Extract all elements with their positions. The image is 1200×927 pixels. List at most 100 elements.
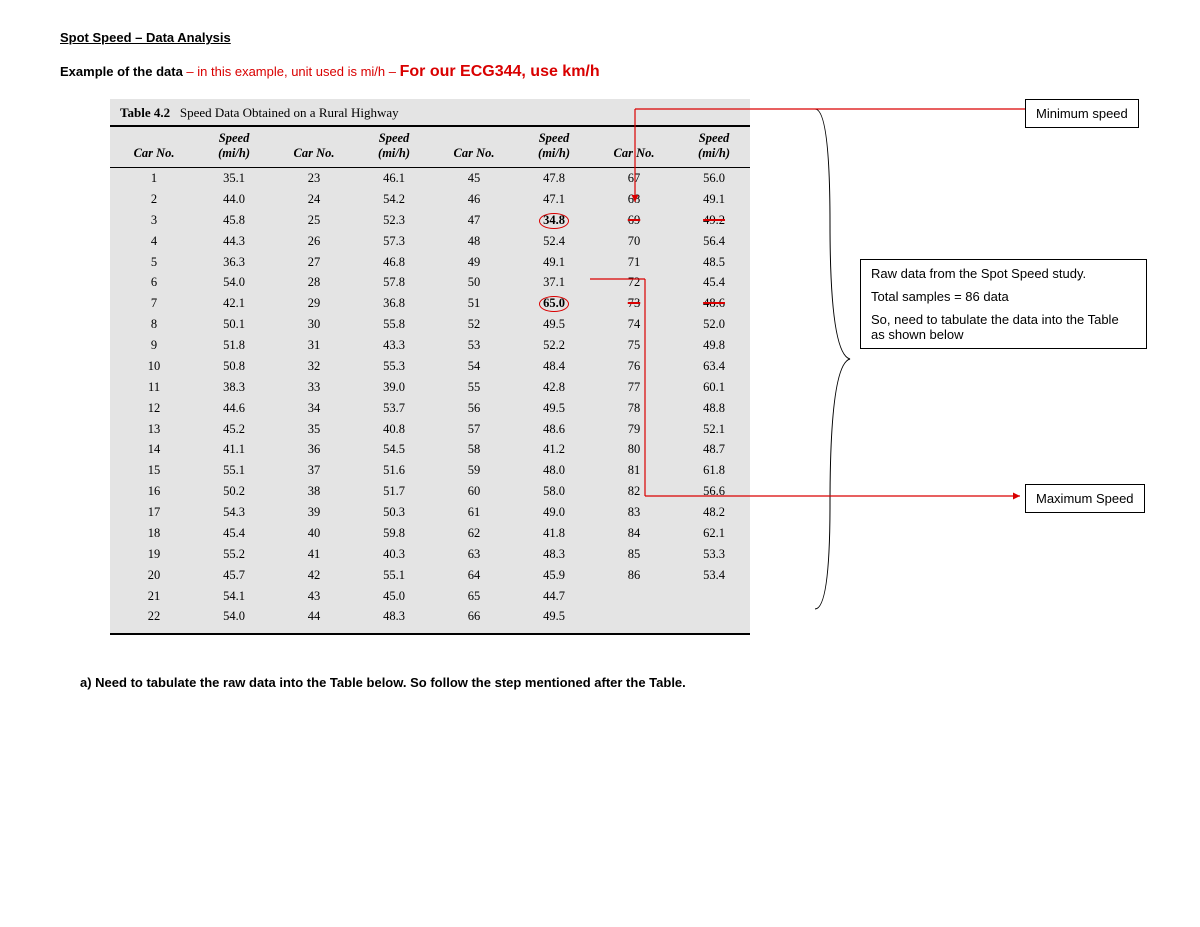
table-cell: 37 <box>270 460 358 481</box>
table-cell: 60 <box>430 481 518 502</box>
table-cell: 49.5 <box>518 314 590 335</box>
table-cell: 2 <box>110 189 198 210</box>
table-cell: 45.4 <box>198 523 270 544</box>
table-cell: 48 <box>430 231 518 252</box>
table-row: 2254.04448.36649.5 <box>110 606 750 633</box>
table-cell: 51.6 <box>358 460 430 481</box>
table-label: Table 4.2 <box>120 105 170 120</box>
table-cell: 54.3 <box>198 502 270 523</box>
table-cell: 44 <box>270 606 358 633</box>
table-row: 1845.44059.86241.88462.1 <box>110 523 750 544</box>
table-cell: 45 <box>430 168 518 189</box>
table-cell: 44.6 <box>198 398 270 419</box>
table-cell: 49.1 <box>518 252 590 273</box>
table-cell: 65 <box>430 586 518 607</box>
table-cell: 55.1 <box>358 565 430 586</box>
col-car-1: Car No. <box>110 127 198 168</box>
table-cell: 45.9 <box>518 565 590 586</box>
table-cell: 44.7 <box>518 586 590 607</box>
footer-step: a) Need to tabulate the raw data into th… <box>80 675 1140 690</box>
table-cell: 47.1 <box>518 189 590 210</box>
table-cell: 46 <box>430 189 518 210</box>
table-cell: 15 <box>110 460 198 481</box>
table-cell: 49.5 <box>518 398 590 419</box>
table-cell: 14 <box>110 439 198 460</box>
table-cell: 37.1 <box>518 272 590 293</box>
table-cell: 5 <box>110 252 198 273</box>
table-cell: 51.7 <box>358 481 430 502</box>
max-value-circled: 65.0 <box>539 296 569 312</box>
table-cell: 53.7 <box>358 398 430 419</box>
table-cell: 52.2 <box>518 335 590 356</box>
table-cell: 59.8 <box>358 523 430 544</box>
table-cell: 50.2 <box>198 481 270 502</box>
page-title: Spot Speed – Data Analysis <box>60 30 1140 45</box>
table-cell: 54.0 <box>198 272 270 293</box>
table-cell: 45.8 <box>198 210 270 231</box>
table-cell: 30 <box>270 314 358 335</box>
arrow-max <box>590 274 1030 504</box>
table-row: 536.32746.84949.17148.5 <box>110 252 750 273</box>
table-cell: 59 <box>430 460 518 481</box>
table-cell: 44.3 <box>198 231 270 252</box>
table-cell: 43 <box>270 586 358 607</box>
table-cell: 35.1 <box>198 168 270 189</box>
table-cell: 28 <box>270 272 358 293</box>
max-speed-box: Maximum Speed <box>1025 484 1145 513</box>
arrow-min <box>590 97 1030 217</box>
table-cell: 58 <box>430 439 518 460</box>
table-cell: 50.8 <box>198 356 270 377</box>
table-cell: 71 <box>590 252 678 273</box>
table-cell: 55.3 <box>358 356 430 377</box>
table-cell: 50.1 <box>198 314 270 335</box>
table-cell: 46.8 <box>358 252 430 273</box>
table-cell: 48.0 <box>518 460 590 481</box>
col-car-2: Car No. <box>270 127 358 168</box>
table-cell: 17 <box>110 502 198 523</box>
table-cell: 39.0 <box>358 377 430 398</box>
table-cell <box>590 586 678 607</box>
table-cell: 55.1 <box>198 460 270 481</box>
table-cell: 1 <box>110 168 198 189</box>
table-cell: 41.8 <box>518 523 590 544</box>
table-cell: 70 <box>590 231 678 252</box>
table-cell: 36 <box>270 439 358 460</box>
table-cell: 35 <box>270 419 358 440</box>
table-cell: 61 <box>430 502 518 523</box>
table-cell: 11 <box>110 377 198 398</box>
table-cell: 51 <box>430 293 518 314</box>
table-cell: 58.0 <box>518 481 590 502</box>
table-cell <box>678 606 750 633</box>
table-cell: 13 <box>110 419 198 440</box>
table-cell: 6 <box>110 272 198 293</box>
table-cell: 4 <box>110 231 198 252</box>
table-cell: 32 <box>270 356 358 377</box>
table-cell: 22 <box>110 606 198 633</box>
table-cell: 54.2 <box>358 189 430 210</box>
table-cell: 65.0 <box>518 293 590 314</box>
table-cell: 55 <box>430 377 518 398</box>
table-cell: 62.1 <box>678 523 750 544</box>
min-value-circled: 34.8 <box>539 213 569 229</box>
table-cell: 21 <box>110 586 198 607</box>
table-cell: 25 <box>270 210 358 231</box>
table-cell: 49 <box>430 252 518 273</box>
table-cell: 19 <box>110 544 198 565</box>
table-cell: 51.8 <box>198 335 270 356</box>
table-cell: 38 <box>270 481 358 502</box>
table-cell: 50 <box>430 272 518 293</box>
table-row: 2045.74255.16445.98653.4 <box>110 565 750 586</box>
table-cell: 66 <box>430 606 518 633</box>
table-cell: 86 <box>590 565 678 586</box>
table-cell: 83 <box>590 502 678 523</box>
table-cell: 29 <box>270 293 358 314</box>
table-cell: 8 <box>110 314 198 335</box>
table-cell: 18 <box>110 523 198 544</box>
table-cell: 54.1 <box>198 586 270 607</box>
table-cell: 57 <box>430 419 518 440</box>
table-cell: 53.4 <box>678 565 750 586</box>
table-cell: 62 <box>430 523 518 544</box>
table-cell: 55.2 <box>198 544 270 565</box>
table-cell: 34.8 <box>518 210 590 231</box>
table-cell: 50.3 <box>358 502 430 523</box>
